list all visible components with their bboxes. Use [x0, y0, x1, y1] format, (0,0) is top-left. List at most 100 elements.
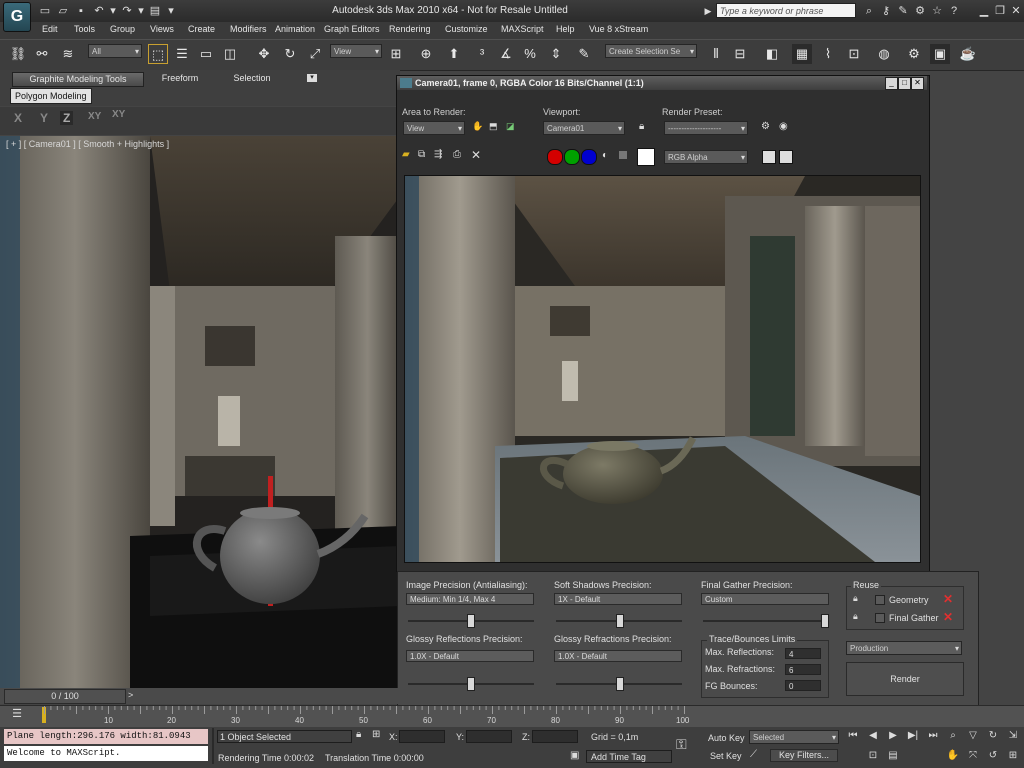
- collapse-infocenter-icon[interactable]: ▶: [700, 3, 716, 19]
- field-of-view-icon[interactable]: ▽: [966, 730, 980, 742]
- max-refractions-spinner[interactable]: 6: [785, 664, 821, 675]
- lock-viewport-icon[interactable]: 🔒︎: [639, 121, 651, 133]
- auto-key-button[interactable]: Auto Key: [708, 733, 745, 743]
- soft-shadows-slider[interactable]: [616, 614, 624, 628]
- subscription-icon[interactable]: ⚷: [878, 3, 894, 19]
- close-icon[interactable]: ✕: [1008, 3, 1024, 19]
- angle-snap-icon[interactable]: ∡: [496, 44, 516, 64]
- copy-image-icon[interactable]: ⧉: [418, 149, 430, 161]
- select-and-link-icon[interactable]: ⛓: [8, 44, 28, 64]
- dolly-icon[interactable]: ⇲: [1006, 730, 1020, 742]
- minimize-icon[interactable]: ▁: [976, 3, 992, 19]
- selection-filter-dropdown[interactable]: All: [88, 44, 142, 59]
- final-gather-lock-icon[interactable]: 🔒︎: [853, 611, 858, 622]
- menu-vue-xstream[interactable]: Vue 8 xStream: [589, 24, 648, 34]
- bind-to-space-warp-icon[interactable]: ≋: [58, 44, 78, 64]
- auto-region-icon[interactable]: ⬒: [489, 121, 501, 133]
- render-window-minimize-icon[interactable]: _: [885, 77, 898, 90]
- key-filters-button[interactable]: Key Filters...: [770, 749, 838, 762]
- axis-x-button[interactable]: X: [14, 111, 22, 125]
- menu-modifiers[interactable]: Modifiers: [230, 24, 267, 34]
- favorites-star-icon[interactable]: ☆: [929, 3, 945, 19]
- tab-selection[interactable]: Selection: [222, 72, 282, 85]
- default-in-out-tangents-icon[interactable]: ⟋: [750, 749, 764, 762]
- named-selection-sets-dropdown[interactable]: Create Selection Se: [605, 44, 697, 59]
- play-icon[interactable]: ▶: [886, 730, 900, 742]
- set-key-mode-icon[interactable]: ⚿: [676, 736, 700, 754]
- quick-render-teapot-icon[interactable]: ☕: [958, 44, 978, 64]
- go-to-end-icon[interactable]: ⏭: [926, 730, 940, 742]
- menu-animation[interactable]: Animation: [275, 24, 315, 34]
- material-editor-icon[interactable]: ◍: [874, 44, 894, 64]
- orbit-icon[interactable]: ↻: [986, 730, 1000, 742]
- open-file-icon[interactable]: ▱: [56, 4, 70, 18]
- select-and-move-icon[interactable]: ✥: [254, 44, 274, 64]
- save-image-icon[interactable]: ▰: [402, 149, 414, 161]
- mirror-icon[interactable]: ⫴: [706, 44, 726, 64]
- alpha-channel-icon[interactable]: ◐: [602, 150, 612, 162]
- image-precision-slider[interactable]: [467, 614, 475, 628]
- select-and-rotate-icon[interactable]: ↻: [280, 44, 300, 64]
- menu-edit[interactable]: Edit: [42, 24, 58, 34]
- truck-camera-icon[interactable]: ⤧: [966, 750, 980, 762]
- add-time-tag-field[interactable]: Add Time Tag: [586, 750, 672, 763]
- time-configuration-icon[interactable]: ▤: [886, 750, 900, 762]
- swatch-color[interactable]: [637, 148, 655, 166]
- select-and-scale-icon[interactable]: ⤢: [305, 44, 325, 64]
- menu-graph-editors[interactable]: Graph Editors: [324, 24, 380, 34]
- render-preset-dropdown[interactable]: --------------------: [664, 121, 748, 136]
- select-by-name-icon[interactable]: ☰: [172, 44, 192, 64]
- roll-camera-icon[interactable]: ↺: [986, 750, 1000, 762]
- maxscript-listener-field[interactable]: Welcome to MAXScript.: [4, 746, 208, 761]
- toggle-ui-icon[interactable]: [779, 150, 793, 164]
- axis-xy-button[interactable]: XY: [88, 111, 101, 122]
- clear-final-gather-cache-icon[interactable]: ✕: [943, 610, 953, 624]
- menu-help[interactable]: Help: [556, 24, 575, 34]
- menu-group[interactable]: Group: [110, 24, 135, 34]
- tab-freeform[interactable]: Freeform: [150, 72, 210, 85]
- edit-named-selection-icon[interactable]: ✎: [574, 44, 594, 64]
- use-pivot-center-icon[interactable]: ⊞: [386, 44, 406, 64]
- tools-icon[interactable]: ⚙: [912, 3, 928, 19]
- percent-snap-icon[interactable]: %: [520, 44, 540, 64]
- menu-tools[interactable]: Tools: [74, 24, 95, 34]
- camera-viewport[interactable]: [0, 136, 400, 688]
- set-key-button[interactable]: Set Key: [710, 751, 742, 761]
- align-icon[interactable]: ⊟: [730, 44, 750, 64]
- undo-icon[interactable]: ↶: [92, 4, 106, 18]
- search-input[interactable]: Type a keyword or phrase: [716, 3, 856, 18]
- region-select-icon[interactable]: ◪: [506, 121, 518, 133]
- axis-y-button[interactable]: Y: [40, 111, 48, 125]
- time-tag-icon[interactable]: ▣: [570, 750, 583, 763]
- rectangular-selection-icon[interactable]: ▭: [196, 44, 216, 64]
- communication-center-icon[interactable]: ✎: [895, 3, 911, 19]
- x-coordinate-input[interactable]: [399, 730, 445, 743]
- final-gather-reuse-checkbox[interactable]: [875, 613, 885, 623]
- schematic-view-icon[interactable]: ⊡: [844, 44, 864, 64]
- axis-z-button[interactable]: Z: [60, 111, 74, 125]
- maxscript-output-field[interactable]: Plane length:296.176 width:81.0943: [4, 729, 208, 744]
- redo-icon[interactable]: ↷: [120, 4, 134, 18]
- red-channel-toggle[interactable]: [547, 149, 563, 165]
- zoom-icon[interactable]: ⌕: [946, 730, 960, 742]
- layer-manager-icon[interactable]: ◧: [762, 44, 782, 64]
- environment-effects-icon[interactable]: ◉: [779, 121, 791, 133]
- render-setup-icon[interactable]: ⚙: [904, 44, 924, 64]
- clear-geometry-cache-icon[interactable]: ✕: [943, 592, 953, 606]
- selection-lock-icon[interactable]: 🔒︎: [356, 729, 368, 742]
- select-and-manipulate-icon[interactable]: ⊕: [416, 44, 436, 64]
- rendered-frame-window-icon[interactable]: ▣: [930, 44, 950, 64]
- reference-coordinate-dropdown[interactable]: View: [330, 44, 382, 59]
- viewport-label[interactable]: [ + ] [ Camera01 ] [ Smooth + Highlights…: [6, 139, 169, 149]
- clone-window-icon[interactable]: ⇶: [434, 149, 448, 161]
- edit-region-icon[interactable]: ✋: [472, 121, 484, 133]
- save-file-icon[interactable]: ▪: [74, 4, 88, 18]
- unlink-selection-icon[interactable]: ⚯: [32, 44, 52, 64]
- display-channel-dropdown[interactable]: RGB Alpha: [664, 150, 748, 165]
- render-window-close-icon[interactable]: ✕: [911, 77, 924, 90]
- app-menu-button[interactable]: G: [3, 2, 31, 32]
- quick-access-dropdown-icon[interactable]: ▾: [164, 4, 178, 18]
- menu-views[interactable]: Views: [150, 24, 174, 34]
- keyboard-shortcut-override-icon[interactable]: ⬆: [444, 44, 464, 64]
- menu-maxscript[interactable]: MAXScript: [501, 24, 544, 34]
